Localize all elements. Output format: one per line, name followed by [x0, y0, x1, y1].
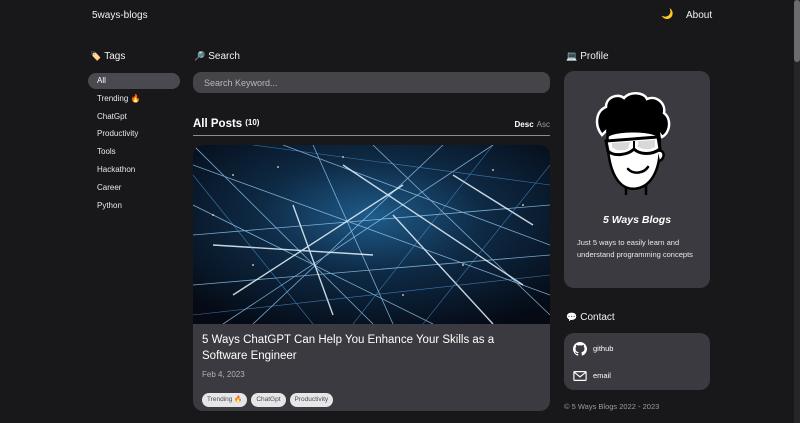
contact-card: github email [564, 333, 710, 390]
search-input[interactable] [193, 72, 550, 93]
mail-icon [573, 371, 587, 381]
contact-email-label: email [593, 371, 611, 380]
tag-item-productivity[interactable]: Productivity [88, 126, 180, 142]
magnifier-icon: 🔎 [194, 51, 206, 61]
tag-item-career[interactable]: Career [88, 180, 180, 196]
github-icon [573, 342, 587, 356]
tag-item-hackathon[interactable]: Hackathon [88, 162, 180, 178]
post-title[interactable]: 5 Ways ChatGPT Can Help You Enhance Your… [202, 333, 542, 364]
page-scrollbar[interactable] [794, 0, 800, 423]
moon-icon[interactable]: 🌙 [661, 9, 673, 20]
posts-count: (10) [245, 118, 260, 127]
tag-item-python[interactable]: Python [88, 198, 180, 214]
top-navigation: 5ways-blogs 🌙 About [0, 0, 800, 34]
tag-item-all[interactable]: All [88, 73, 180, 89]
tags-heading: 🏷️ Tags [90, 51, 126, 62]
search-heading: 🔎 Search [194, 51, 240, 62]
post-tag-productivity[interactable]: Productivity [289, 393, 334, 407]
sort-controls: Desc Asc [515, 120, 550, 129]
footer-copyright: © 5 Ways Blogs 2022 - 2023 [564, 402, 660, 411]
tag-item-trending[interactable]: Trending 🔥 [88, 91, 180, 107]
post-tag-list: Trending 🔥 ChatGpt Productivity [202, 388, 337, 407]
posts-title: All Posts (10) [193, 118, 260, 130]
tag-icon: 🏷️ [90, 51, 102, 61]
about-link[interactable]: About [686, 10, 712, 21]
profile-name: 5 Ways Blogs [602, 214, 672, 226]
profile-heading: 💻 Profile [566, 51, 609, 62]
sort-asc-button[interactable]: Asc [537, 120, 550, 129]
post-tag-chatgpt[interactable]: ChatGpt [251, 393, 286, 407]
sort-desc-button[interactable]: Desc [515, 120, 534, 129]
speech-bubble-icon: 💬 [566, 312, 578, 322]
contact-github-label: github [593, 344, 614, 353]
contact-heading: 💬 Contact [566, 312, 615, 323]
tag-item-chatgpt[interactable]: ChatGpt [88, 109, 180, 125]
avatar [595, 92, 671, 195]
tag-item-tools[interactable]: Tools [88, 144, 180, 160]
post-card[interactable]: 5 Ways ChatGPT Can Help You Enhance Your… [193, 145, 550, 411]
site-brand-link[interactable]: 5ways-blogs [92, 10, 148, 21]
post-cover-image [193, 145, 550, 324]
tag-list: All Trending 🔥 ChatGpt Productivity Tool… [88, 73, 180, 215]
posts-header: All Posts (10) Desc Asc [193, 117, 550, 136]
post-date: Feb 4, 2023 [202, 370, 245, 379]
post-tag-trending[interactable]: Trending 🔥 [202, 393, 248, 407]
search-box [193, 72, 550, 93]
scrollbar-thumb[interactable] [794, 0, 800, 62]
profile-card: 5 Ways Blogs Just 5 ways to easily learn… [564, 71, 710, 288]
laptop-icon: 💻 [566, 51, 578, 61]
profile-description: Just 5 ways to easily learn and understa… [577, 238, 693, 259]
